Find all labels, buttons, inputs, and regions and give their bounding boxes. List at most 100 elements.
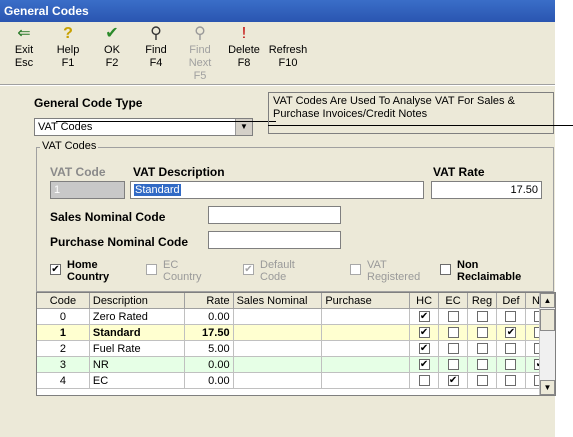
table-cell-rate: 0.00 [184, 308, 234, 325]
table-cell-code: 4 [37, 372, 90, 389]
refresh-icon [268, 22, 308, 44]
table-cell-reg [467, 356, 497, 373]
row-checkbox-reg[interactable] [476, 375, 488, 387]
table-cell-hc: ✔ [409, 308, 440, 325]
scroll-down-icon[interactable]: ▼ [540, 380, 555, 395]
vat-codes-grid: Code Description Rate Sales Nominal Purchase… [37, 293, 555, 389]
row-checkbox-reg[interactable] [476, 327, 488, 339]
table-row[interactable]: 1 Standard 17.50 ✔ ✔ [37, 324, 555, 341]
row-checkbox-reg[interactable] [476, 311, 488, 323]
toolbar-label: Delete [228, 44, 260, 56]
flag-checkbox-vat[interactable] [350, 264, 361, 275]
column-header-ec[interactable]: EC [438, 293, 469, 309]
table-row[interactable]: 0 Zero Rated 0.00 ✔ [37, 308, 555, 325]
toolbar-shortcut: F8 [237, 57, 251, 69]
table-cell-def [496, 372, 526, 389]
vat-description-value: Standard [134, 184, 181, 196]
row-checkbox-hc[interactable]: ✔ [418, 343, 430, 355]
sales-nominal-label: Sales Nominal Code [50, 210, 166, 224]
delete-button[interactable]: ! Delete F8 [224, 22, 264, 70]
column-header-reg[interactable]: Reg [467, 293, 497, 309]
callout-line [56, 121, 276, 122]
table-cell-reg [467, 372, 497, 389]
column-header-description[interactable]: Description [89, 293, 185, 309]
flag-label-line2: Reclaimable [457, 271, 522, 283]
row-checkbox-ec[interactable] [447, 343, 459, 355]
toolbar-shortcut: F2 [105, 57, 119, 69]
row-checkbox-def[interactable] [505, 375, 517, 387]
sales-nominal-field[interactable] [208, 206, 341, 224]
row-checkbox-def[interactable]: ✔ [505, 327, 517, 339]
row-checkbox-ec[interactable] [447, 311, 459, 323]
table-cell-sales [233, 340, 323, 357]
column-header-hc[interactable]: HC [409, 293, 440, 309]
table-row[interactable]: 4 EC 0.00 ✔ [37, 372, 555, 389]
column-header-purchase[interactable]: Purchase [321, 293, 411, 309]
flag-label-line1: Default [260, 259, 295, 271]
table-cell-def [496, 356, 526, 373]
flag-checkbox-ec[interactable] [146, 264, 157, 275]
ok-button[interactable]: ✔ OK F2 [92, 22, 132, 70]
column-header-rate[interactable]: Rate [184, 293, 234, 309]
column-header-sales-nominal[interactable]: Sales Nominal [233, 293, 323, 309]
find-button[interactable]: ⚲ Find F4 [136, 22, 176, 70]
flag-label-line2: Code [260, 271, 287, 283]
table-cell-def [496, 308, 526, 325]
vat-description-field[interactable]: Standard [130, 181, 424, 199]
table-cell-reg [467, 340, 497, 357]
help-button[interactable]: ? Help F1 [48, 22, 88, 70]
row-checkbox-hc[interactable] [418, 375, 430, 387]
row-checkbox-hc[interactable]: ✔ [418, 327, 430, 339]
find-icon: ⚲ [150, 25, 162, 42]
purchase-nominal-label: Purchase Nominal Code [50, 235, 189, 249]
find-next-button[interactable]: ⚲ Find Next F5 [180, 22, 220, 83]
toolbar-label: OK [104, 44, 120, 56]
table-cell-rate: 0.00 [184, 356, 234, 373]
row-checkbox-hc[interactable]: ✔ [418, 311, 430, 323]
row-checkbox-def[interactable] [505, 343, 517, 355]
table-cell-desc: Fuel Rate [89, 340, 185, 357]
toolbar-label: Find [145, 44, 167, 56]
scroll-thumb[interactable] [540, 309, 555, 331]
toolbar-shortcut: F1 [61, 57, 75, 69]
flag-checkbox-home[interactable]: ✔ [50, 264, 61, 275]
flag-label-line1: Non [457, 259, 479, 271]
refresh-button[interactable]: Refresh F10 [268, 22, 308, 70]
flag-checkbox-default[interactable]: ✔ [243, 264, 254, 275]
row-checkbox-ec[interactable]: ✔ [447, 375, 459, 387]
flag-label-line2: Country [163, 271, 202, 283]
vat-rate-field[interactable]: 17.50 [431, 181, 542, 199]
row-checkbox-def[interactable] [505, 359, 517, 371]
row-checkbox-reg[interactable] [476, 343, 488, 355]
column-header-def[interactable]: Def [496, 293, 526, 309]
table-cell-reg [467, 324, 497, 341]
code-type-label: General Code Type [34, 96, 143, 110]
table-cell-desc: EC [89, 372, 185, 389]
row-checkbox-reg[interactable] [476, 359, 488, 371]
table-cell-purchase [321, 340, 411, 357]
table-cell-hc: ✔ [409, 356, 440, 373]
table-cell-ec [438, 308, 469, 325]
vat-codes-table[interactable]: Code Description Rate Sales Nominal Purchase… [36, 292, 556, 396]
row-checkbox-ec[interactable] [447, 327, 459, 339]
ok-icon: ✔ [105, 25, 119, 42]
exit-button[interactable]: ⇐ Exit Esc [4, 22, 44, 70]
table-cell-ec [438, 340, 469, 357]
column-header-code[interactable]: Code [37, 293, 90, 309]
row-checkbox-ec[interactable] [447, 359, 459, 371]
toolbar-shortcut: F5 [193, 70, 207, 82]
row-checkbox-hc[interactable]: ✔ [418, 359, 430, 371]
vertical-scrollbar[interactable]: ▲ ▼ [539, 293, 555, 395]
table-row[interactable]: 2 Fuel Rate 5.00 ✔ [37, 340, 555, 357]
table-cell-purchase [321, 308, 411, 325]
vat-rate-label: VAT Rate [433, 165, 485, 179]
scroll-up-icon[interactable]: ▲ [540, 293, 555, 308]
purchase-nominal-field[interactable] [208, 231, 341, 249]
vat-code-label: VAT Code [50, 165, 106, 179]
table-row[interactable]: 3NR0.00✔✔ [37, 356, 555, 373]
row-checkbox-def[interactable] [505, 311, 517, 323]
flag-label-line2: Country [67, 271, 110, 283]
toolbar-label: Refresh [268, 44, 308, 56]
table-cell-def [496, 340, 526, 357]
flag-checkbox-non[interactable] [440, 264, 451, 275]
